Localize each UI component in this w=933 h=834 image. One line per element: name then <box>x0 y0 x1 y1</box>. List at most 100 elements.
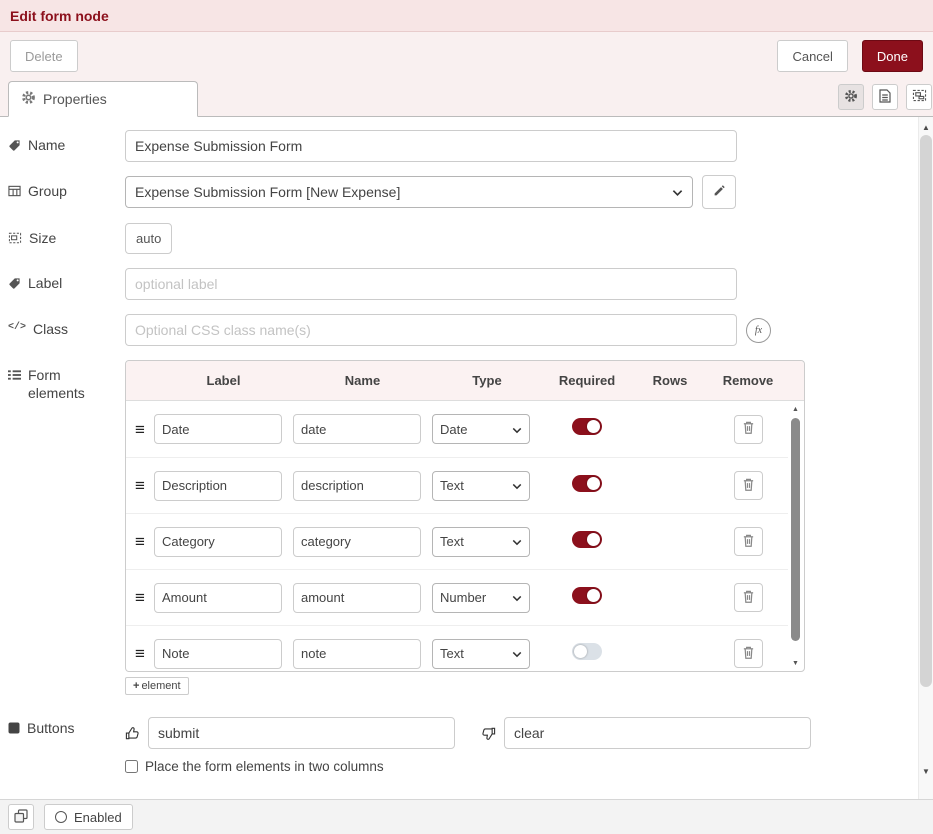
cancel-button[interactable]: Cancel <box>777 40 847 72</box>
edit-group-button[interactable] <box>702 175 736 209</box>
element-type-value: Text <box>440 478 464 493</box>
drag-handle-icon[interactable]: ≡ <box>135 421 145 438</box>
delete-element-button[interactable] <box>734 527 763 556</box>
required-toggle[interactable] <box>572 418 602 435</box>
group-select[interactable]: Expense Submission Form [New Expense] <box>125 176 693 208</box>
table-scroll-down-arrow[interactable]: ▼ <box>789 657 802 669</box>
element-type-select[interactable]: Text <box>432 527 530 557</box>
size-button[interactable]: auto <box>125 223 172 254</box>
buttons-label: Buttons <box>8 713 125 738</box>
required-cell <box>572 587 602 609</box>
chevron-down-icon <box>512 590 522 605</box>
panel-scroll-up-arrow[interactable]: ▲ <box>919 119 933 135</box>
appearance-panel-button[interactable] <box>906 84 932 110</box>
tab-properties[interactable]: Properties <box>8 81 198 117</box>
list-icon <box>8 367 21 381</box>
label-label-text: Label <box>28 275 62 293</box>
clear-button-text-input[interactable] <box>504 717 811 749</box>
delete-element-button[interactable] <box>734 639 763 668</box>
field-row-form-elements: Form elements Label Name Type Required R… <box>8 360 903 695</box>
element-type-value: Date <box>440 422 467 437</box>
two-columns-option: Place the form elements in two columns <box>125 759 903 774</box>
dialog-title: Edit form node <box>10 8 109 24</box>
required-toggle[interactable] <box>572 643 602 660</box>
required-toggle[interactable] <box>572 475 602 492</box>
chevron-down-icon <box>512 646 522 661</box>
node-info-button[interactable] <box>8 804 34 830</box>
properties-panel-button[interactable] <box>838 84 864 110</box>
element-name-input[interactable] <box>293 583 421 613</box>
description-panel-button[interactable] <box>872 84 898 110</box>
delete-element-button[interactable] <box>734 583 763 612</box>
submit-button-text-input[interactable] <box>148 717 455 749</box>
label-input[interactable] <box>125 268 737 300</box>
field-row-size: Size auto <box>8 223 903 254</box>
trash-icon <box>742 420 755 438</box>
table-scrollbar[interactable]: ▲ ▼ <box>789 403 802 669</box>
table-scroll-up-arrow[interactable]: ▲ <box>789 403 802 415</box>
element-label-input[interactable] <box>154 639 282 669</box>
form-element-row: ≡ Text <box>126 513 788 569</box>
add-element-label: element <box>141 680 180 692</box>
table-scrollbar-thumb[interactable] <box>791 418 800 641</box>
drag-handle-icon[interactable]: ≡ <box>135 533 145 550</box>
panel-scroll-down-arrow[interactable]: ▼ <box>919 763 933 779</box>
element-name-input[interactable] <box>293 471 421 501</box>
form-element-row: ≡ Text <box>126 457 788 513</box>
element-label-input[interactable] <box>154 527 282 557</box>
window-size-icon <box>8 230 22 244</box>
panel-scrollbar[interactable]: ▲ ▼ <box>918 117 933 799</box>
panel-scrollbar-thumb[interactable] <box>920 135 932 687</box>
two-columns-checkbox[interactable] <box>125 760 138 773</box>
element-name-input[interactable] <box>293 414 421 444</box>
element-label-input[interactable] <box>154 471 282 501</box>
form-elements-table-body: ≡ Date ≡ Text <box>126 401 804 671</box>
tag-icon <box>8 137 21 152</box>
column-header-remove: Remove <box>708 373 788 388</box>
element-name-input[interactable] <box>293 639 421 669</box>
chevron-down-icon <box>512 478 522 493</box>
drag-handle-icon[interactable]: ≡ <box>135 477 145 494</box>
form-element-row: ≡ Number <box>126 569 788 625</box>
enabled-circle-icon <box>55 811 67 823</box>
remove-cell <box>734 583 763 612</box>
pencil-icon <box>713 184 726 200</box>
element-label-input[interactable] <box>154 414 282 444</box>
element-type-select[interactable]: Text <box>432 471 530 501</box>
add-element-button[interactable]: +element <box>125 677 189 695</box>
element-name-input[interactable] <box>293 527 421 557</box>
buttons-icon <box>8 720 20 734</box>
remove-cell <box>734 471 763 500</box>
remove-cell <box>734 639 763 668</box>
dialog-footer: Enabled <box>0 799 933 834</box>
field-row-label: Label <box>8 268 903 300</box>
drag-handle-icon[interactable]: ≡ <box>135 589 145 606</box>
name-input[interactable] <box>125 130 737 162</box>
element-type-select[interactable]: Text <box>432 639 530 669</box>
tag-icon <box>8 275 21 290</box>
element-type-select[interactable]: Number <box>432 583 530 613</box>
delete-element-button[interactable] <box>734 415 763 444</box>
enabled-toggle-button[interactable]: Enabled <box>44 804 133 830</box>
thumbs-up-icon <box>125 726 140 741</box>
buttons-label-text: Buttons <box>27 720 74 738</box>
required-toggle[interactable] <box>572 587 602 604</box>
remove-cell <box>734 415 763 444</box>
enabled-label: Enabled <box>74 810 122 825</box>
element-type-value: Text <box>440 646 464 661</box>
delete-element-button[interactable] <box>734 471 763 500</box>
element-label-input[interactable] <box>154 583 282 613</box>
required-toggle[interactable] <box>572 531 602 548</box>
class-input[interactable] <box>125 314 737 346</box>
dialog-header: Edit form node <box>0 0 933 32</box>
dynamic-class-button[interactable]: fx <box>746 318 771 343</box>
object-group-icon <box>912 89 927 105</box>
drag-handle-icon[interactable]: ≡ <box>135 645 145 662</box>
element-type-select[interactable]: Date <box>432 414 530 444</box>
done-button[interactable]: Done <box>862 40 923 72</box>
form-elements-editor: Label Name Type Required Rows Remove ≡ D… <box>125 360 805 695</box>
group-select-value: Expense Submission Form [New Expense] <box>135 184 400 200</box>
column-header-label: Label <box>154 373 293 388</box>
delete-button[interactable]: Delete <box>10 40 78 72</box>
column-header-name: Name <box>293 373 432 388</box>
